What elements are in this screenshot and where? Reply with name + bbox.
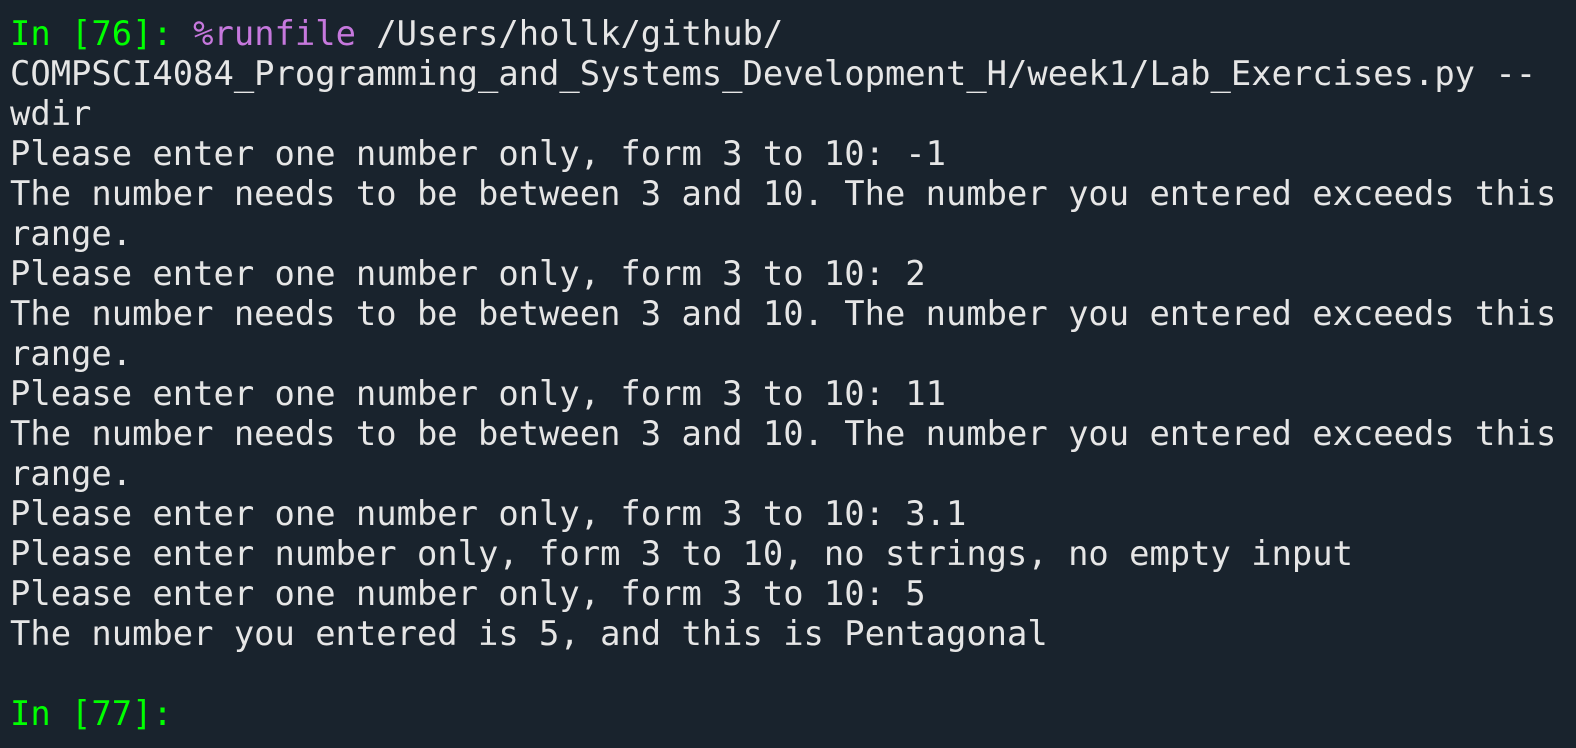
magic-command-runfile: runfile	[213, 14, 356, 53]
output-line: range.	[10, 454, 133, 493]
output-line: Please enter one number only, form 3 to …	[10, 134, 946, 173]
output-line: The number needs to be between 3 and 10.…	[10, 174, 1557, 213]
output-line: Please enter one number only, form 3 to …	[10, 574, 926, 613]
output-line: range.	[10, 214, 133, 253]
output-line: The number needs to be between 3 and 10.…	[10, 294, 1557, 333]
output-line: Please enter one number only, form 3 to …	[10, 254, 926, 293]
output-line: Please enter number only, form 3 to 10, …	[10, 534, 1353, 573]
input-prompt-77: In [77]:	[10, 694, 173, 733]
console-output: Please enter one number only, form 3 to …	[10, 134, 1576, 654]
input-line-77[interactable]: In [77]:	[10, 694, 1576, 734]
output-line: Please enter one number only, form 3 to …	[10, 374, 946, 413]
output-line: range.	[10, 334, 133, 373]
ipython-console[interactable]: In [76]: %runfile /Users/hollk/github/ C…	[0, 0, 1576, 748]
command-line-3: wdir	[10, 94, 92, 133]
command-line-1: In [76]: %runfile /Users/hollk/github/	[10, 14, 1576, 54]
command-path-part1: /Users/hollk/github/	[355, 14, 784, 53]
input-prompt-76: In [76]:	[10, 14, 194, 53]
output-line: The number you entered is 5, and this is…	[10, 614, 1048, 653]
magic-percent: %	[193, 14, 214, 53]
output-line: The number needs to be between 3 and 10.…	[10, 414, 1557, 453]
command-line-2: COMPSCI4084_Programming_and_Systems_Deve…	[10, 54, 1537, 93]
output-line: Please enter one number only, form 3 to …	[10, 494, 967, 533]
